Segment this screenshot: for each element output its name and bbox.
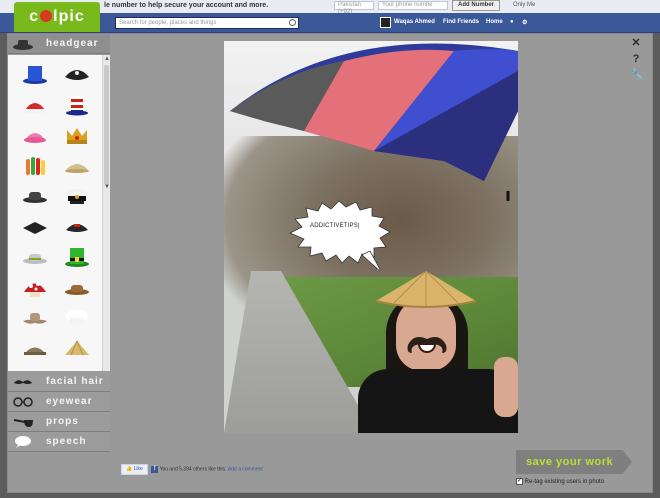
- thumbs-up-icon: 👍: [126, 466, 133, 472]
- search-icon[interactable]: [289, 19, 296, 26]
- hat-item-captain[interactable]: [56, 181, 98, 212]
- hat-item-pirate[interactable]: [56, 59, 98, 90]
- hat-item-chef[interactable]: [56, 303, 98, 334]
- hat-item-fedora[interactable]: [14, 242, 56, 273]
- hat-item-blue-top[interactable]: [14, 59, 56, 90]
- fb-search-placeholder: Search for people, places and things: [119, 20, 217, 26]
- country-code-field[interactable]: Pakistan (+92): [334, 1, 374, 15]
- speech-bubble-text[interactable]: ADDICTIVETIPS|: [310, 223, 360, 229]
- curly-mustache-sticker[interactable]: [404, 335, 450, 357]
- add-number-button[interactable]: Add Number: [452, 0, 500, 11]
- hat-item-safari[interactable]: [56, 151, 98, 182]
- scroll-up-arrow-icon[interactable]: ▲: [103, 55, 111, 63]
- person-arm: [494, 357, 518, 417]
- wrench-icon[interactable]: 🔧: [630, 69, 644, 82]
- avatar[interactable]: [380, 17, 391, 28]
- person-image: [344, 269, 518, 433]
- accessory-sidebar: headgear ▲ ▼ facial hair eyewear props s…: [8, 34, 110, 454]
- category-headgear[interactable]: headgear: [8, 34, 110, 54]
- nav-user-link[interactable]: Waqas Ahmed: [394, 19, 435, 25]
- category-eyewear[interactable]: eyewear: [8, 392, 110, 412]
- scroll-down-arrow-icon[interactable]: ▼: [103, 183, 111, 191]
- nav-find-friends-link[interactable]: Find Friends: [443, 19, 479, 25]
- close-icon[interactable]: ✕: [630, 37, 642, 50]
- logo-ball-icon: [40, 10, 53, 22]
- add-comment-link[interactable]: Add a comment: [228, 467, 263, 473]
- hat-item-uncle-sam[interactable]: [56, 90, 98, 121]
- phone-number-field[interactable]: Your phone numbe: [378, 1, 448, 10]
- help-icon[interactable]: ?: [630, 53, 642, 66]
- hat-item-brown-cowboy[interactable]: [56, 273, 98, 304]
- mustache-icon: [12, 375, 34, 389]
- headgear-scrollbar[interactable]: ▲ ▼: [102, 55, 110, 371]
- retag-label: Re-tag existing users in photo: [524, 479, 605, 486]
- save-your-work-button[interactable]: save your work: [516, 450, 632, 474]
- privacy-only-me[interactable]: Only Me: [513, 2, 535, 8]
- panel-tools: ✕ ? 🔧: [630, 34, 644, 82]
- hat-item-army[interactable]: [14, 334, 56, 365]
- category-props[interactable]: props: [8, 412, 110, 432]
- hat-icon: [12, 37, 34, 51]
- photo-canvas[interactable]: ADDICTIVETIPS|: [224, 41, 518, 433]
- category-label: facial hair: [46, 376, 104, 387]
- hat-item-mushroom[interactable]: [14, 273, 56, 304]
- category-speech[interactable]: speech: [8, 432, 110, 452]
- nav-home-link[interactable]: Home: [486, 19, 503, 25]
- fb-search-input[interactable]: Search for people, places and things: [115, 17, 299, 29]
- facebook-icon: f: [151, 466, 159, 473]
- retag-checkbox[interactable]: ✓: [516, 478, 523, 485]
- settings-gear-icon[interactable]: ⚙: [522, 19, 527, 26]
- headgear-grid: ▲ ▼: [8, 55, 110, 371]
- category-label: speech: [46, 436, 87, 447]
- like-button-label: Like: [133, 466, 143, 472]
- hat-item-tricorn[interactable]: [14, 212, 56, 243]
- hat-item-bicorn[interactable]: [56, 212, 98, 243]
- hat-item-crown[interactable]: [56, 120, 98, 151]
- speech-bubble-icon: [12, 435, 34, 449]
- hat-item-pink-cap[interactable]: [14, 120, 56, 151]
- coolpic-logo: c lpic: [14, 2, 100, 32]
- category-label: props: [46, 416, 79, 427]
- like-count-text: You and 5,394 others like this.: [159, 466, 227, 473]
- scroll-thumb[interactable]: [104, 65, 109, 185]
- speech-bubble-sticker[interactable]: [286, 199, 392, 269]
- headgear-items: [14, 59, 98, 364]
- editor-panel: ✕ ? 🔧 headgear ▲ ▼ facial hair eyewear p…: [7, 33, 653, 493]
- hat-item-cowboy-dark[interactable]: [14, 181, 56, 212]
- hat-item-feathers[interactable]: [14, 151, 56, 182]
- hat-item-tan-cowboy[interactable]: [14, 303, 56, 334]
- fb-notice-text: le number to help secure your account an…: [104, 2, 269, 9]
- pipe-icon: [12, 415, 34, 429]
- hat-item-red-cap[interactable]: [14, 90, 56, 121]
- hat-item-green-top[interactable]: [56, 242, 98, 273]
- umbrella-image: [230, 43, 518, 201]
- other-categories: facial hair eyewear props speech: [8, 372, 110, 452]
- category-label: eyewear: [46, 396, 93, 407]
- facebook-like-bar: 👍 Like f You and 5,394 others like this.…: [121, 464, 263, 476]
- conical-hat-sticker[interactable]: [374, 269, 478, 311]
- like-button[interactable]: 👍 Like: [121, 464, 148, 475]
- hat-item-conical[interactable]: [56, 334, 98, 365]
- category-facial-hair[interactable]: facial hair: [8, 372, 110, 392]
- category-label: headgear: [46, 38, 99, 49]
- glasses-icon: [12, 395, 34, 409]
- friend-requests-icon[interactable]: ●: [510, 19, 514, 25]
- retag-option: ✓ Re-tag existing users in photo: [516, 478, 604, 485]
